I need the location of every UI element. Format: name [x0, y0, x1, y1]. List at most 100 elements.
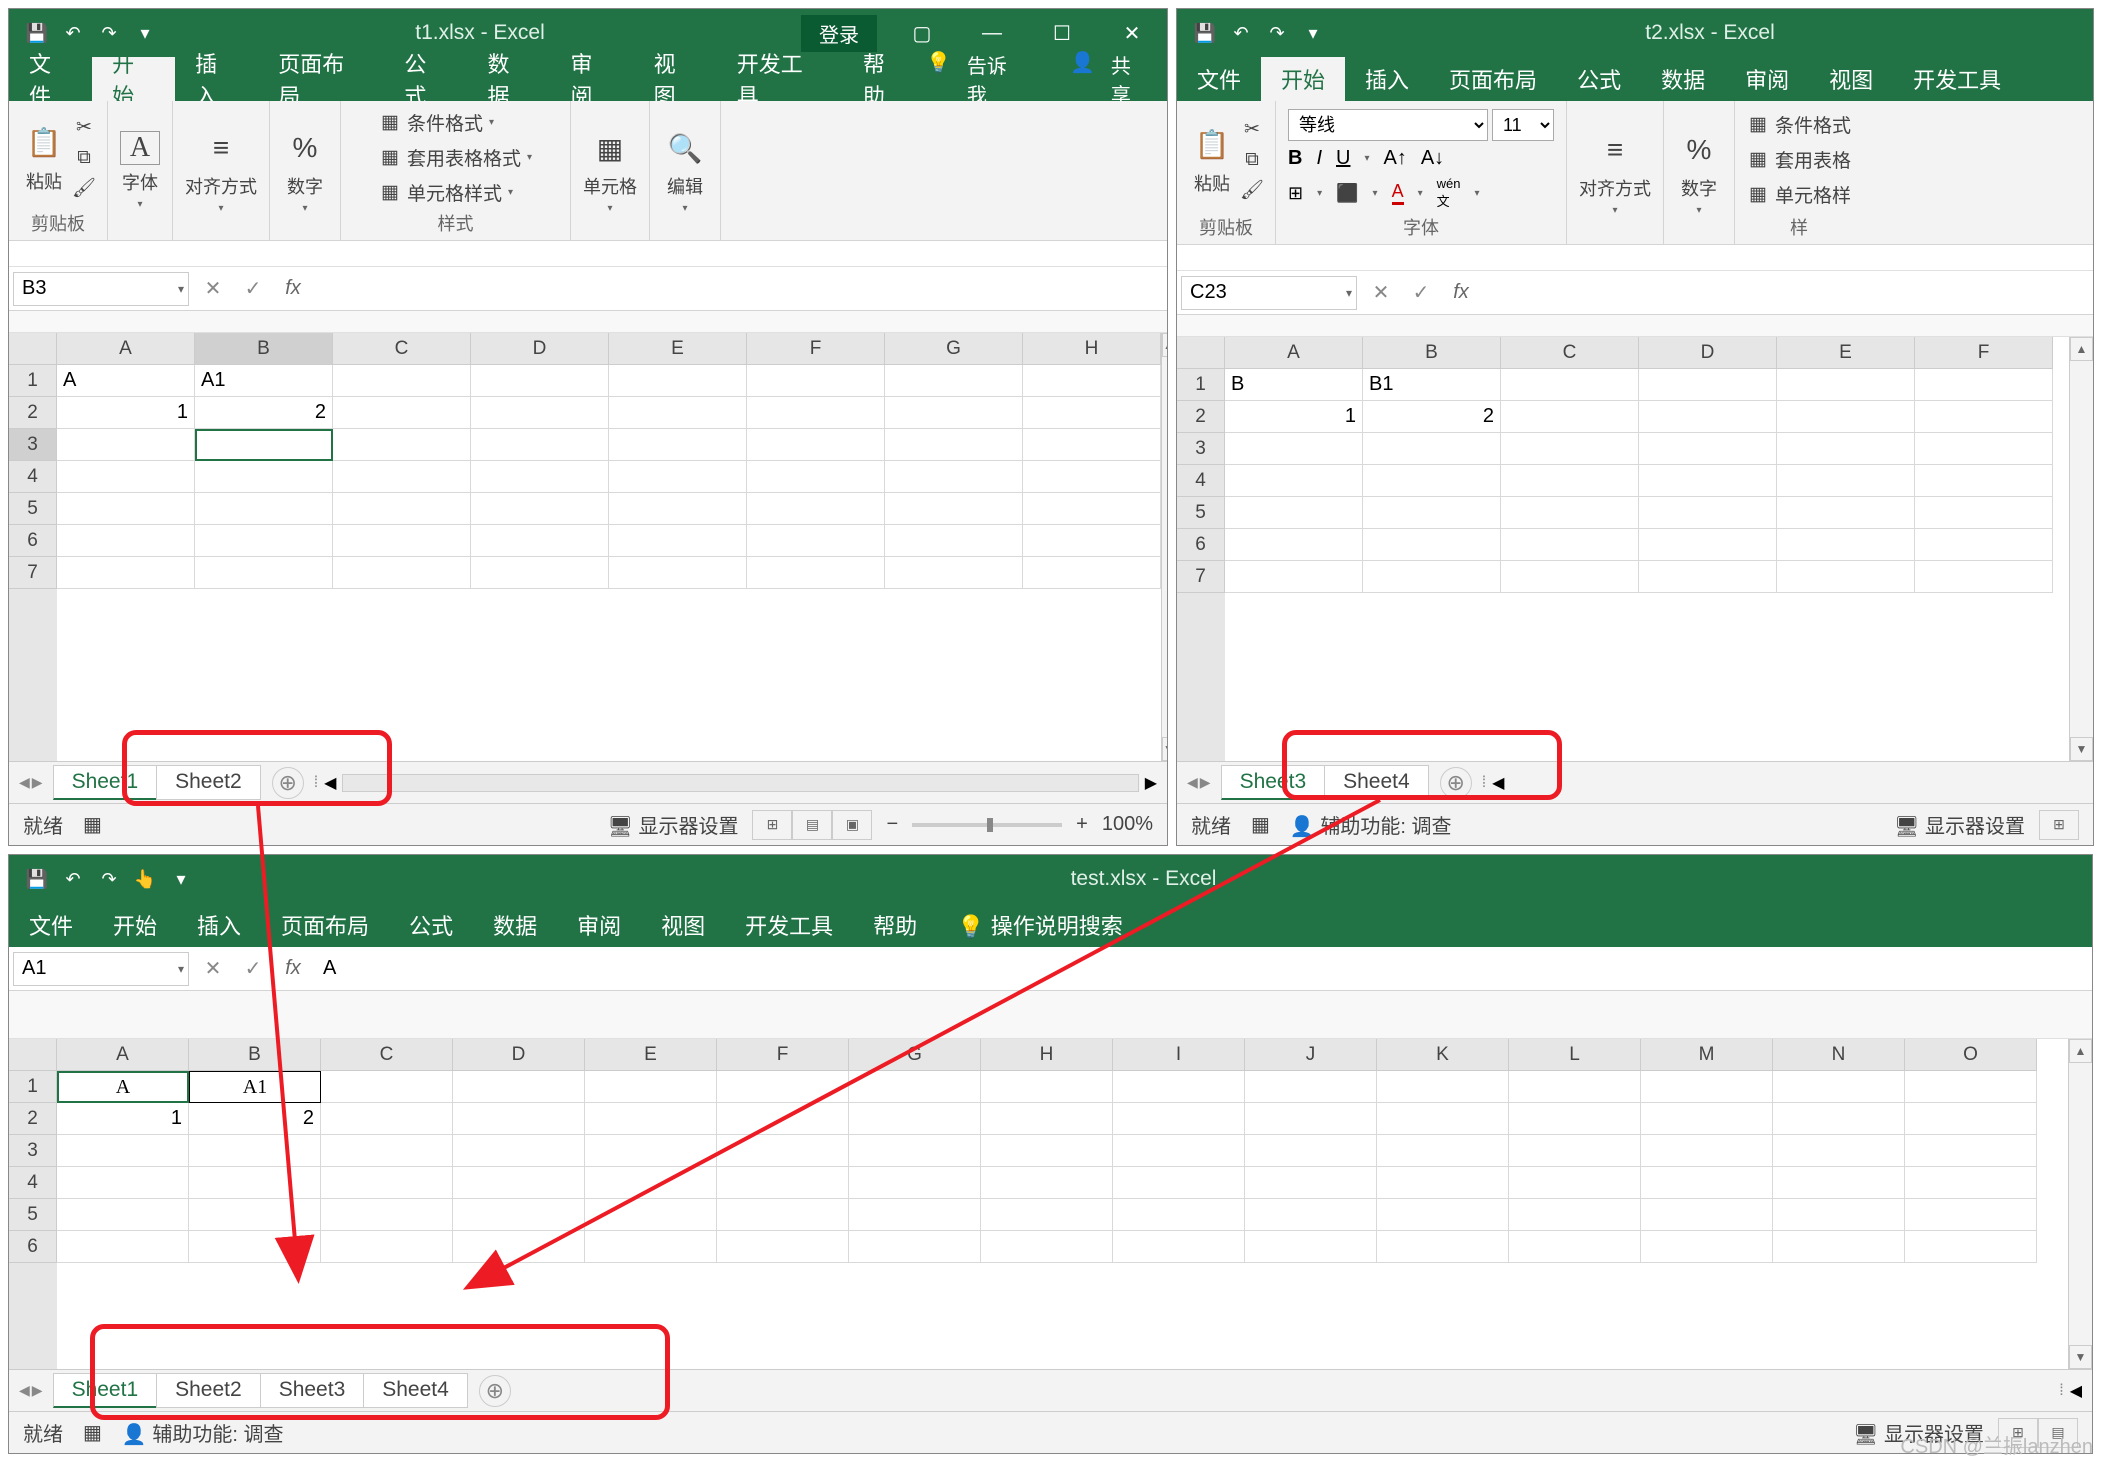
ribbon-tab-开发工具[interactable]: 开发工具: [717, 57, 843, 101]
number-format-button[interactable]: %数字▾: [1676, 129, 1722, 216]
cell-N1[interactable]: [1773, 1071, 1905, 1103]
cell-F5[interactable]: [717, 1199, 849, 1231]
redo-icon[interactable]: ↷: [1263, 19, 1291, 47]
editing-button[interactable]: 🔍编辑▾: [662, 127, 708, 214]
cell-J1[interactable]: [1245, 1071, 1377, 1103]
font-name-select[interactable]: 等线: [1288, 109, 1488, 141]
ribbon-tab-开始[interactable]: 开始: [92, 57, 175, 101]
cell-E3[interactable]: [1777, 433, 1915, 465]
scroll-down-icon[interactable]: ▼: [1162, 737, 1167, 761]
cell-A5[interactable]: [1225, 497, 1363, 529]
cell-D3[interactable]: [453, 1135, 585, 1167]
column-header[interactable]: G: [849, 1039, 981, 1071]
row-header[interactable]: 1: [9, 365, 57, 397]
cell-G3[interactable]: [849, 1135, 981, 1167]
ribbon-tab-审阅[interactable]: 审阅: [1725, 57, 1809, 101]
cell-E5[interactable]: [585, 1199, 717, 1231]
cell-D3[interactable]: [1639, 433, 1777, 465]
increase-font-icon[interactable]: A↑: [1384, 147, 1407, 170]
ribbon-tab-数据[interactable]: 数据: [473, 903, 557, 947]
column-header[interactable]: J: [1245, 1039, 1377, 1071]
scroll-down-icon[interactable]: ▼: [2069, 1345, 2092, 1369]
cell-B3[interactable]: [195, 429, 333, 461]
cell-J5[interactable]: [1245, 1199, 1377, 1231]
cell-F6[interactable]: [747, 525, 885, 557]
ribbon-tab-视图[interactable]: 视图: [634, 57, 717, 101]
cell-D2[interactable]: [453, 1103, 585, 1135]
cell-D1[interactable]: [1639, 369, 1777, 401]
cell-D4[interactable]: [453, 1167, 585, 1199]
format-as-table-button[interactable]: ▦套用表格格式▾: [379, 144, 532, 171]
cell-I1[interactable]: [1113, 1071, 1245, 1103]
fx-icon[interactable]: fx: [273, 952, 313, 986]
cell-A1[interactable]: A: [57, 1071, 189, 1103]
decrease-font-icon[interactable]: A↓: [1421, 147, 1444, 170]
scroll-left-icon[interactable]: ◀: [1492, 773, 1504, 793]
cell-B3[interactable]: [189, 1135, 321, 1167]
cell-O6[interactable]: [1905, 1231, 2037, 1263]
cell-F3[interactable]: [747, 429, 885, 461]
qat-dropdown-icon[interactable]: ▾: [1299, 19, 1327, 47]
cell-F1[interactable]: [747, 365, 885, 397]
font-group-button[interactable]: A字体▾: [120, 131, 160, 210]
cell-G3[interactable]: [885, 429, 1023, 461]
row-header[interactable]: 5: [1177, 497, 1225, 529]
column-header[interactable]: D: [471, 333, 609, 365]
cell-A7[interactable]: [1225, 561, 1363, 593]
cell-K6[interactable]: [1377, 1231, 1509, 1263]
ribbon-tab-开发工具[interactable]: 开发工具: [1893, 57, 2021, 101]
ribbon-tab-数据[interactable]: 数据: [467, 57, 550, 101]
cell-L3[interactable]: [1509, 1135, 1641, 1167]
cell-H3[interactable]: [1023, 429, 1161, 461]
cell-N2[interactable]: [1773, 1103, 1905, 1135]
cell-G2[interactable]: [885, 397, 1023, 429]
cell-F4[interactable]: [1915, 465, 2053, 497]
cell-K5[interactable]: [1377, 1199, 1509, 1231]
redo-icon[interactable]: ↷: [95, 19, 123, 47]
cell-G7[interactable]: [885, 557, 1023, 589]
cell-J3[interactable]: [1245, 1135, 1377, 1167]
column-header[interactable]: A: [57, 333, 195, 365]
copy-icon[interactable]: ⧉: [1241, 149, 1263, 171]
redo-icon[interactable]: ↷: [95, 865, 123, 893]
cell-B6[interactable]: [189, 1231, 321, 1263]
ribbon-tab-页面布局[interactable]: 页面布局: [261, 903, 389, 947]
cell-C2[interactable]: [1501, 401, 1639, 433]
cell-K1[interactable]: [1377, 1071, 1509, 1103]
cell-L5[interactable]: [1509, 1199, 1641, 1231]
cell-D6[interactable]: [471, 525, 609, 557]
column-header[interactable]: K: [1377, 1039, 1509, 1071]
cell-H6[interactable]: [1023, 525, 1161, 557]
cell-F7[interactable]: [747, 557, 885, 589]
cell-B2[interactable]: 2: [195, 397, 333, 429]
alignment-button[interactable]: ≡对齐方式▾: [1579, 129, 1651, 216]
cell-H7[interactable]: [1023, 557, 1161, 589]
cells-button[interactable]: ▦单元格▾: [583, 127, 637, 214]
cell-D6[interactable]: [453, 1231, 585, 1263]
name-box[interactable]: A1▾: [13, 952, 189, 986]
cell-F6[interactable]: [1915, 529, 2053, 561]
ribbon-tab-文件[interactable]: 文件: [1177, 57, 1261, 101]
cell-O4[interactable]: [1905, 1167, 2037, 1199]
cell-E7[interactable]: [609, 557, 747, 589]
cell-N4[interactable]: [1773, 1167, 1905, 1199]
column-header[interactable]: D: [1639, 337, 1777, 369]
fx-icon[interactable]: fx: [273, 272, 313, 306]
qat-dropdown-icon[interactable]: ▾: [167, 865, 195, 893]
share-button[interactable]: 共享: [1111, 50, 1149, 108]
save-icon[interactable]: 💾: [23, 19, 51, 47]
name-box[interactable]: C23▾: [1181, 276, 1357, 310]
paste-button[interactable]: 📋粘贴: [21, 122, 67, 194]
cell-G4[interactable]: [885, 461, 1023, 493]
cell-styles-button[interactable]: ▦单元格样式▾: [379, 179, 532, 206]
row-header[interactable]: 3: [9, 1135, 57, 1167]
cell-styles-button[interactable]: ▦单元格样: [1747, 181, 1851, 208]
cancel-formula-icon[interactable]: ✕: [193, 272, 233, 306]
undo-icon[interactable]: ↶: [1227, 19, 1255, 47]
ribbon-tab-开始[interactable]: 开始: [93, 903, 177, 947]
row-header[interactable]: 6: [9, 525, 57, 557]
cell-A2[interactable]: 1: [57, 397, 195, 429]
fill-color-icon[interactable]: ⬛: [1336, 183, 1358, 204]
cell-F3[interactable]: [717, 1135, 849, 1167]
cell-A5[interactable]: [57, 493, 195, 525]
